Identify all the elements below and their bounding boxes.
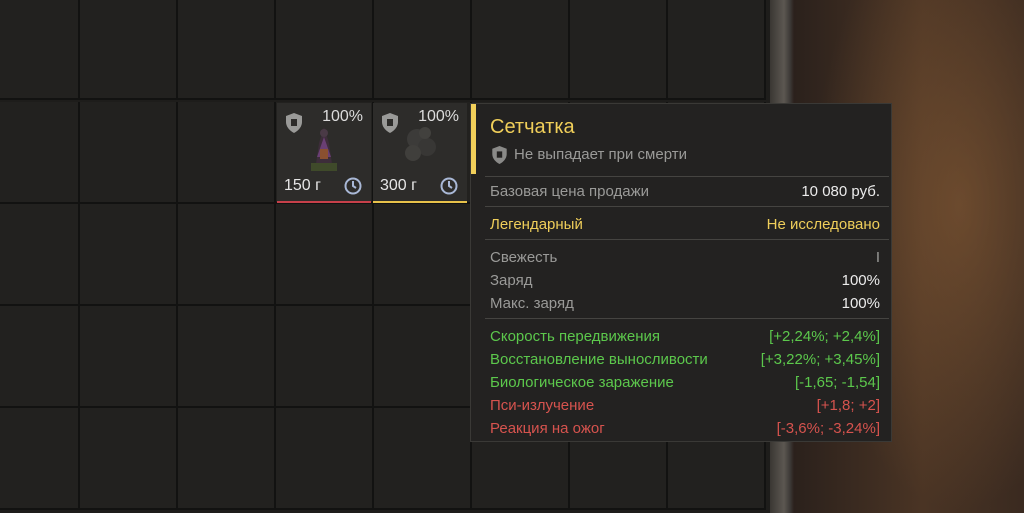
effect-value: [+3,22%; +3,45%] [760, 351, 880, 368]
inventory-slot[interactable] [0, 306, 80, 408]
effect-label: Восстановление выносливости [490, 351, 708, 368]
inventory-slot[interactable] [276, 0, 374, 100]
stat-value: 100% [841, 272, 880, 289]
effect-value: [+1,8; +2] [816, 397, 880, 414]
inventory-slot[interactable] [374, 0, 472, 100]
research-status: Не исследовано [766, 216, 880, 233]
durability-label: 100% [322, 108, 363, 125]
price-label: Базовая цена продажи [490, 183, 650, 200]
inventory-slot[interactable] [80, 306, 178, 408]
divider [485, 206, 889, 207]
clock-icon [440, 177, 458, 195]
inventory-slot[interactable] [374, 204, 472, 306]
inventory-slot[interactable] [80, 0, 178, 100]
inventory-item-artifact-1[interactable]: 100% 150 г [277, 103, 371, 203]
inventory-slot[interactable] [374, 306, 472, 408]
effect-value: [-3,6%; -3,24%] [776, 420, 880, 437]
inventory-slot[interactable] [570, 0, 668, 100]
rarity-bar [277, 201, 371, 203]
inventory-slot[interactable] [80, 204, 178, 306]
price-value: 10 080 руб. [801, 183, 880, 200]
inventory-slot[interactable] [472, 0, 570, 100]
weight-label: 150 г [284, 177, 321, 194]
clock-icon [344, 177, 362, 195]
inventory-slot[interactable] [178, 306, 276, 408]
inventory-slot[interactable] [0, 102, 80, 204]
tooltip-header: Сетчатка Не выпадает при смерти [471, 104, 891, 174]
inventory-slot[interactable] [276, 204, 374, 306]
effect-label: Реакция на ожог [490, 420, 605, 437]
effect-value: [+2,24%; +2,4%] [769, 328, 880, 345]
weight-label: 300 г [380, 177, 417, 194]
divider [485, 176, 889, 177]
item-title: Сетчатка [490, 116, 575, 138]
effect-value: [-1,65; -1,54] [794, 374, 880, 391]
inventory-slot[interactable] [0, 408, 80, 510]
rarity-bar [373, 201, 467, 203]
inventory-slot[interactable] [668, 0, 766, 100]
inventory-slot[interactable] [276, 306, 374, 408]
inventory-slot[interactable] [178, 102, 276, 204]
item-subtitle: Не выпадает при смерти [514, 146, 687, 163]
inventory-slot[interactable] [0, 0, 80, 100]
stat-label: Макс. заряд [490, 295, 574, 312]
effect-label: Биологическое заражение [490, 374, 674, 391]
inventory-slot[interactable] [0, 204, 80, 306]
item-tooltip: Сетчатка Не выпадает при смерти Базовая … [470, 103, 892, 442]
divider [485, 318, 889, 319]
divider [485, 239, 889, 240]
inventory-item-artifact-2[interactable]: 100% 300 г [373, 103, 467, 203]
effect-label: Скорость передвижения [490, 328, 661, 345]
inventory-slot[interactable] [374, 408, 472, 510]
effect-label: Пси-излучение [490, 397, 595, 414]
inventory-slot[interactable] [80, 408, 178, 510]
inventory-slot[interactable] [178, 0, 276, 100]
shield-icon [382, 113, 398, 133]
inventory-slot[interactable] [178, 204, 276, 306]
inventory-slot[interactable] [276, 408, 374, 510]
durability-label: 100% [418, 108, 459, 125]
shield-icon [286, 113, 302, 133]
inventory-slot[interactable] [80, 102, 178, 204]
rarity-label: Легендарный [490, 216, 583, 233]
stat-label: Свежесть [490, 249, 558, 266]
inventory-slot[interactable] [178, 408, 276, 510]
stat-value: I [875, 249, 880, 266]
stat-value: 100% [841, 295, 880, 312]
stat-label: Заряд [490, 272, 533, 289]
shield-icon [492, 146, 507, 164]
